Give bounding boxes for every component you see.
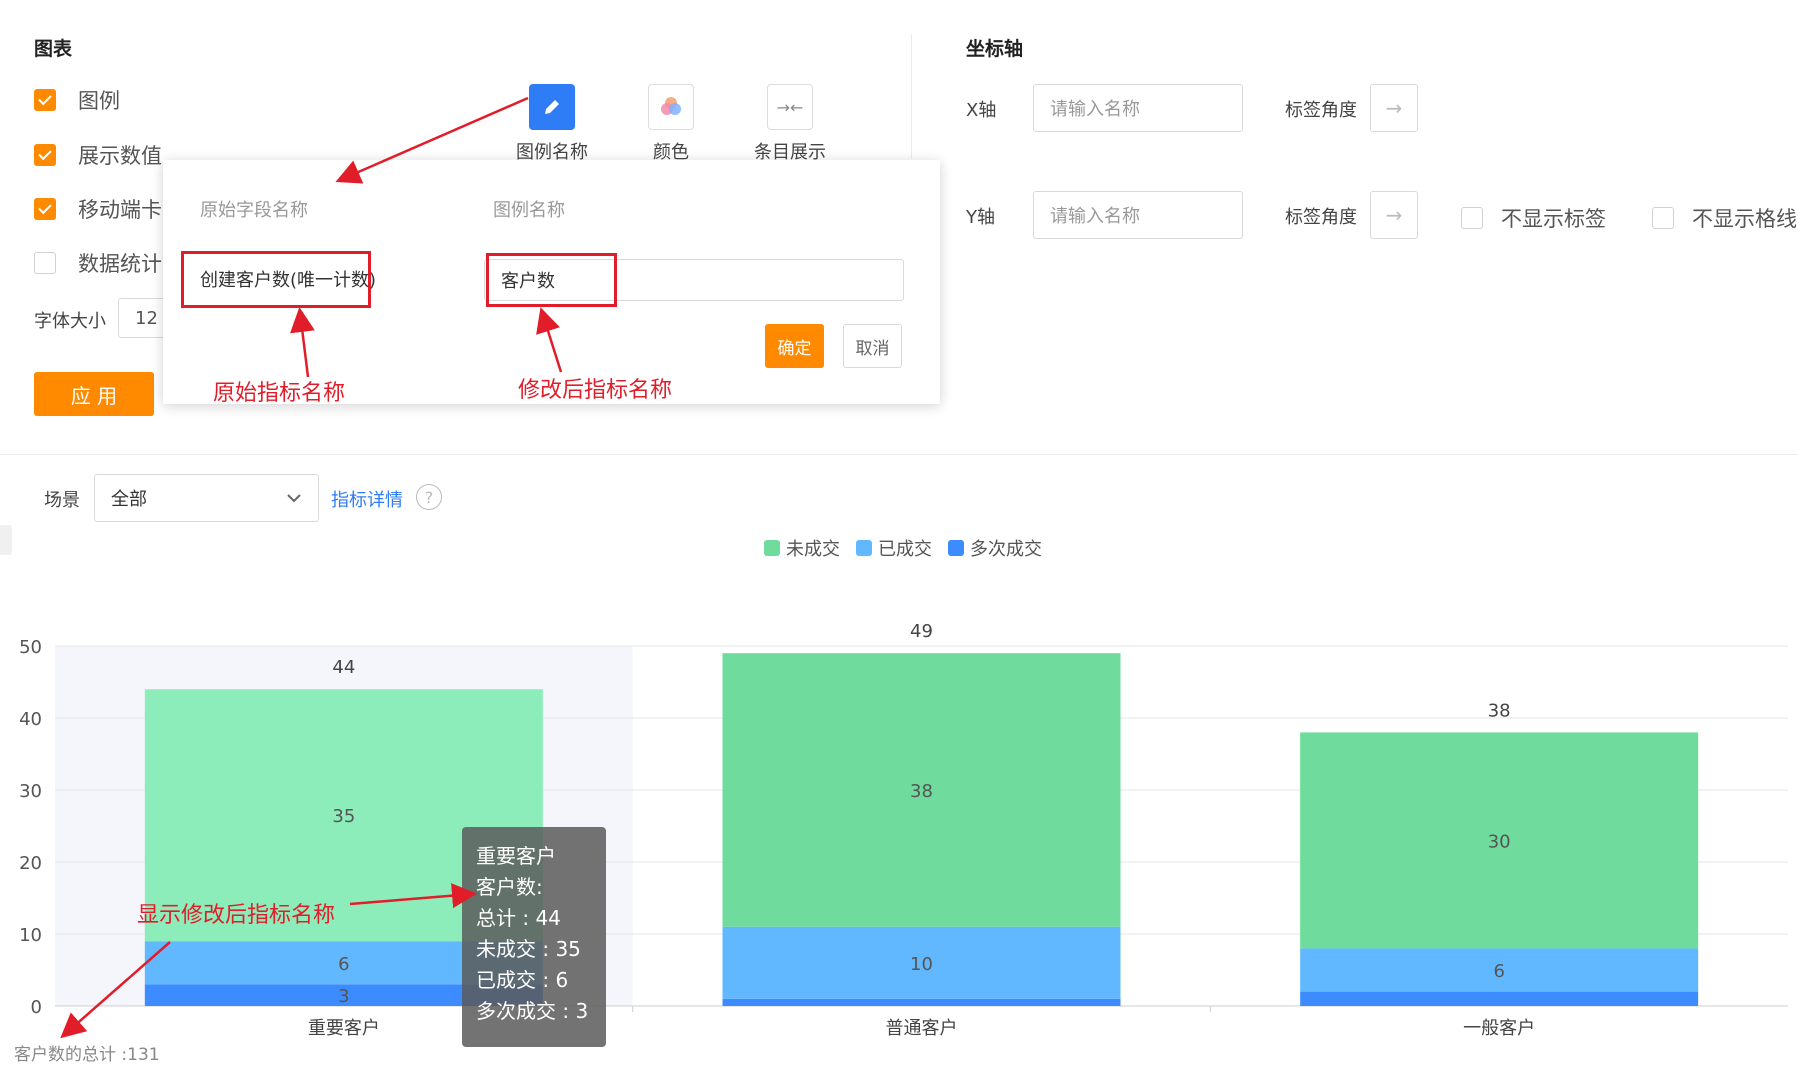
segment-label: 10 xyxy=(910,954,933,975)
segment-label: 6 xyxy=(338,954,349,975)
total-summary: 客户数的总计 :131 xyxy=(14,1045,160,1065)
total-label: 49 xyxy=(910,621,933,642)
x-tick-label: 一般客户 xyxy=(1463,1018,1535,1039)
y-tick-label: 0 xyxy=(31,997,42,1018)
bar-segment xyxy=(722,998,1121,1006)
segment-label: 35 xyxy=(332,806,355,827)
tooltip-line: 已成交 : 6 xyxy=(476,968,569,992)
chart-tooltip: 重要客户 客户数: 总计 : 44 未成交 : 35 已成交 : 6 多次成交 … xyxy=(462,827,606,1047)
y-tick-label: 40 xyxy=(19,709,42,730)
tooltip-title: 重要客户 xyxy=(476,844,556,868)
tooltip-metric: 客户数: xyxy=(476,875,543,899)
tooltip-line: 多次成交 : 3 xyxy=(476,999,589,1023)
y-tick-label: 50 xyxy=(19,637,42,658)
segment-label: 30 xyxy=(1488,831,1511,852)
y-tick-label: 20 xyxy=(19,853,42,874)
tooltip-line: 未成交 : 35 xyxy=(476,937,581,961)
y-tick-label: 30 xyxy=(19,781,42,802)
x-tick-label: 普通客户 xyxy=(886,1018,958,1039)
tooltip-line: 总计 : 44 xyxy=(476,906,561,930)
total-label: 38 xyxy=(1488,700,1511,721)
segment-label: 6 xyxy=(1493,961,1504,982)
y-tick-label: 10 xyxy=(19,925,42,946)
segment-label: 3 xyxy=(338,986,349,1007)
x-tick-label: 重要客户 xyxy=(308,1018,380,1039)
annotation-show-modified: 显示修改后指标名称 xyxy=(137,903,336,928)
bar-segment xyxy=(1300,991,1699,1006)
segment-label: 38 xyxy=(910,781,933,802)
total-label: 44 xyxy=(332,657,355,678)
